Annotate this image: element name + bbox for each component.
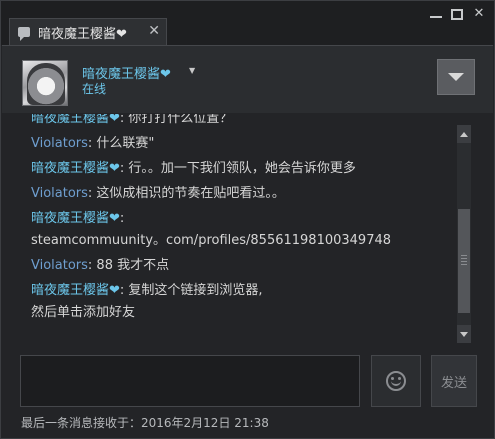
smiley-icon: [386, 371, 406, 391]
send-button[interactable]: 发送: [431, 355, 477, 407]
avatar[interactable]: [22, 60, 68, 106]
scroll-thumb[interactable]: [458, 209, 470, 313]
message-text: 然后单击添加好友: [31, 305, 136, 320]
message-scrollbar[interactable]: [457, 125, 471, 343]
close-window-button[interactable]: ✕: [472, 7, 486, 21]
message-sender[interactable]: 暗夜魔王樱酱❤: [31, 283, 120, 298]
message-text: : 这似成相识的节奏在贴吧看过。。: [87, 186, 285, 201]
tab-title: 暗夜魔王樱酱❤: [38, 26, 127, 42]
message-row: 暗夜魔王樱酱❤: 你打打什么位置？: [31, 114, 451, 130]
message-row: 然后单击添加好友: [31, 302, 451, 324]
message-text: :: [119, 211, 125, 226]
friend-header: 暗夜魔王樱酱❤ ▼ 在线: [2, 45, 493, 113]
message-sender[interactable]: Violators: [31, 186, 88, 201]
message-text: : 行。。加一下我们领队，她会告诉你更多: [119, 161, 356, 176]
message-list: 暗夜魔王樱酱❤: 你打打什么位置？ Violators: 什么联赛" 暗夜魔王樱酱❤…: [31, 114, 451, 324]
message-row: Violators: 这似成相识的节奏在贴吧看过。。: [31, 183, 451, 205]
message-text: : 复制这个链接到浏览器,: [119, 283, 263, 298]
message-row: Violators: 88 我才不点: [31, 255, 451, 277]
message-text: : 88 我才不点: [87, 258, 170, 273]
last-received-status: 最后一条消息接收于：2016年2月12日 21:38: [21, 416, 269, 430]
friend-status: 在线: [82, 82, 107, 96]
message-row: steamcommuunity。com/profiles/85561198100…: [31, 230, 451, 252]
message-row: 暗夜魔王樱酱❤: 复制这个链接到浏览器,: [31, 280, 451, 302]
message-row: Violators: 什么联赛": [31, 133, 451, 155]
title-bar: 暗夜魔王樱酱❤ ✕ ✕: [1, 1, 494, 45]
message-input[interactable]: [20, 355, 360, 407]
message-text: : 你打打什么位置？: [119, 114, 233, 126]
message-log: 暗夜魔王樱酱❤: 你打打什么位置？ Violators: 什么联赛" 暗夜魔王樱酱❤…: [2, 114, 493, 344]
maximize-button[interactable]: [451, 9, 463, 20]
name-dropdown-caret-icon[interactable]: ▼: [189, 66, 195, 75]
chat-tab[interactable]: 暗夜魔王樱酱❤ ✕: [9, 18, 167, 45]
chat-window: 暗夜魔王樱酱❤ ✕ ✕ 暗夜魔王樱酱❤ ▼ 在线 暗夜魔王樱酱❤: 你打打什么位…: [0, 0, 495, 439]
tab-close-icon[interactable]: ✕: [148, 23, 160, 39]
message-sender[interactable]: 暗夜魔王樱酱❤: [31, 114, 120, 126]
window-controls: ✕: [430, 7, 486, 21]
message-text: steamcommuunity。com/profiles/85561198100…: [31, 233, 392, 248]
minimize-button[interactable]: [430, 7, 442, 18]
message-text: : 什么联赛": [87, 136, 155, 151]
scroll-down-button[interactable]: [457, 325, 471, 343]
emoticon-button[interactable]: [371, 355, 421, 407]
message-sender[interactable]: 暗夜魔王樱酱❤: [31, 211, 120, 226]
chat-bubble-icon: [18, 27, 30, 41]
scroll-up-button[interactable]: [457, 125, 471, 143]
message-row: 暗夜魔王樱酱❤: 行。。加一下我们领队，她会告诉你更多: [31, 158, 451, 180]
message-sender[interactable]: Violators: [31, 136, 88, 151]
chevron-down-icon: [448, 73, 464, 81]
options-dropdown-button[interactable]: [437, 59, 475, 95]
message-sender[interactable]: Violators: [31, 258, 88, 273]
message-sender[interactable]: 暗夜魔王樱酱❤: [31, 161, 120, 176]
message-row: 暗夜魔王樱酱❤:: [31, 208, 451, 230]
compose-area: 发送: [2, 344, 493, 410]
